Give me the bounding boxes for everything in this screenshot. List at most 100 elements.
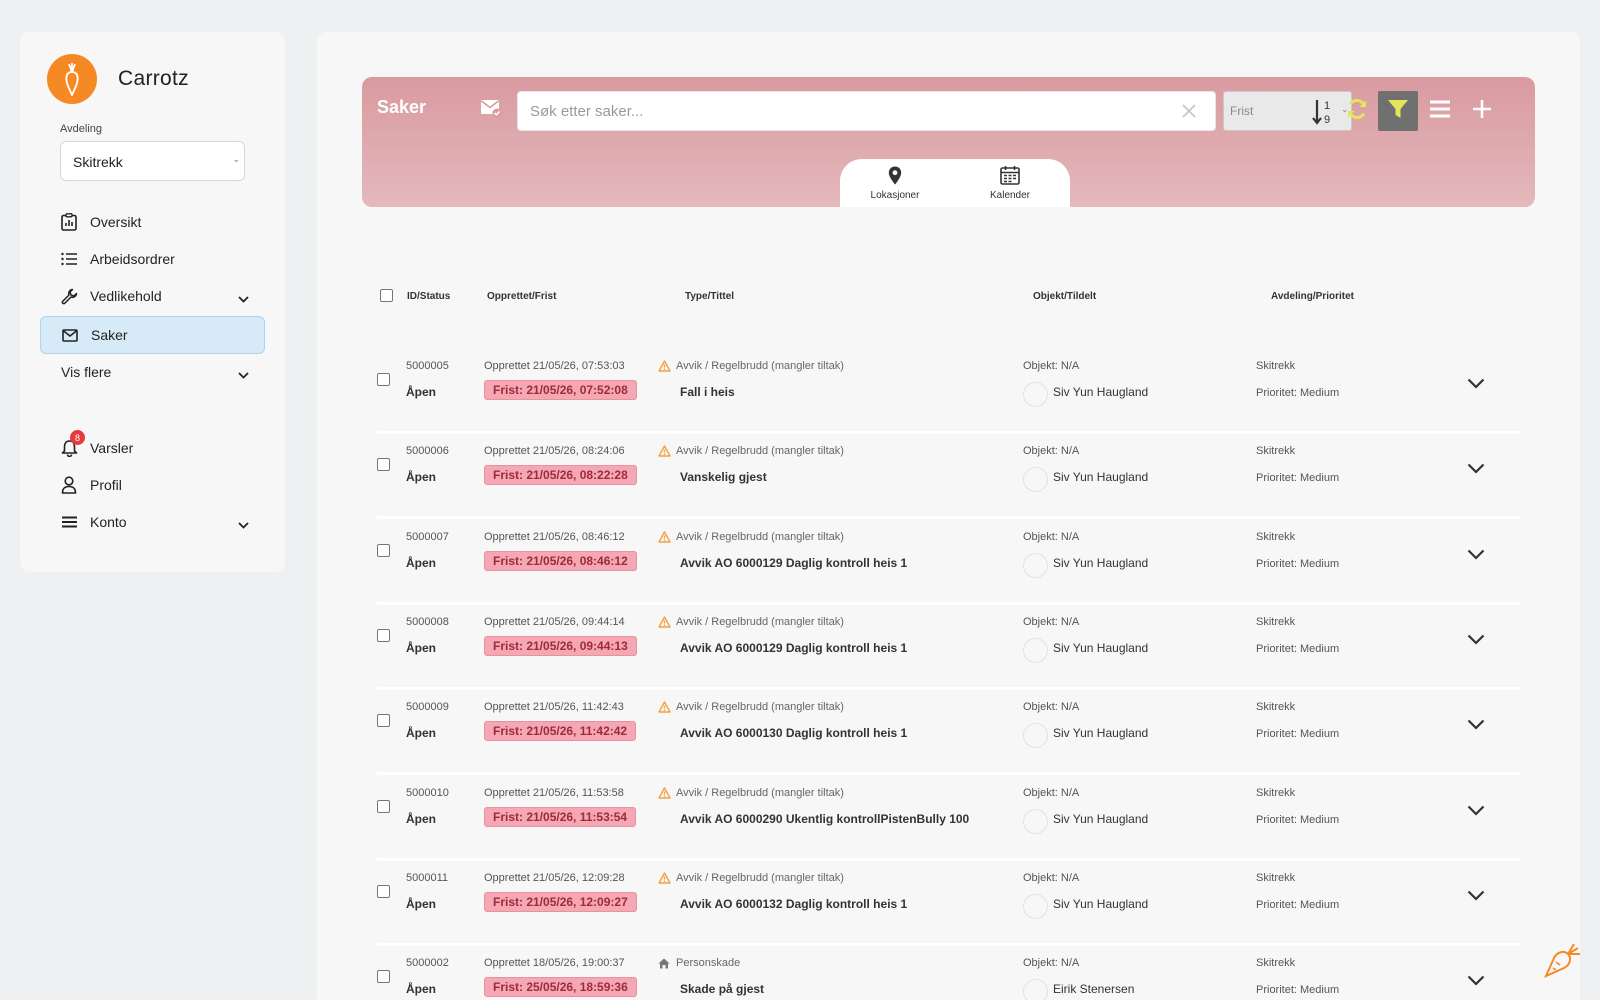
chevron-down-icon[interactable] [1467,803,1485,821]
row-checkbox[interactable] [377,628,390,642]
tab-kalender[interactable]: Kalender [965,164,1055,206]
list-view-button[interactable] [1420,91,1460,131]
table-row[interactable]: 5000006 Åpen Opprettet 21/05/26, 08:24:06 F… [377,435,1520,520]
nav-label: Vedlikehold [90,288,162,304]
nav-item-varsler[interactable]: 8 Varsler [40,429,265,467]
brand[interactable]: Carrotz [47,54,189,104]
cases-header: Saker Frist 19 ⌄ [362,77,1535,207]
case-title[interactable]: Fall i heis [680,385,735,399]
mail-check-icon[interactable] [480,98,502,123]
user-icon [60,476,78,494]
warning-icon [658,445,672,457]
case-title[interactable]: Avvik AO 6000132 Daglig kontroll heis 1 [680,897,907,911]
assignee-name: Siv Yun Haugland [1053,896,1149,911]
assignee-name: Siv Yun Haugland [1053,555,1149,570]
close-icon[interactable] [1181,103,1197,124]
table-row[interactable]: 5000005 Åpen Opprettet 21/05/26, 07:53:03 F… [377,350,1520,434]
created-date: Opprettet 21/05/26, 09:44:14 [484,615,625,628]
nav-item-profil[interactable]: Profil [40,466,265,504]
table-row[interactable]: 5000002 Åpen Opprettet 18/05/26, 19:00:37 F… [377,947,1520,1000]
menu-icon [1430,100,1450,123]
department-label: Avdeling [60,123,102,135]
nav-label: Vis flere [61,364,112,380]
avatar [1023,382,1048,407]
column-header[interactable]: Opprettet/Frist [487,291,556,302]
status-label: Åpen [406,896,436,911]
nav-item-vedlikehold[interactable]: Vedlikehold [40,277,265,315]
refresh-button[interactable] [1337,91,1377,131]
status-label: Åpen [406,385,436,399]
column-header[interactable]: Avdeling/Prioritet [1271,291,1354,302]
row-checkbox[interactable] [377,373,390,386]
nav-item-saker[interactable]: Saker [40,316,265,354]
due-date-badge: Frist: 21/05/26, 12:09:27 [484,891,637,912]
case-id: 5000009 [406,701,449,714]
row-checkbox[interactable] [377,543,390,557]
chevron-down-icon[interactable] [1467,973,1485,991]
row-checkbox[interactable] [377,799,390,813]
filter-button[interactable] [1378,91,1418,131]
tab-lokasjoner[interactable]: Lokasjoner [850,164,940,206]
table-row[interactable]: 5000009 Åpen Opprettet 21/05/26, 11:42:43 F… [377,691,1520,776]
row-checkbox[interactable] [377,458,390,472]
nav-item-konto[interactable]: Konto [40,503,265,541]
avatar [1023,637,1048,663]
nav-item-vis-flere[interactable]: Vis flere [40,353,265,391]
case-id: 5000002 [406,957,449,970]
list-icon [60,250,78,268]
case-type: Avvik / Regelbrudd (mangler tiltak) [658,701,844,713]
due-date-badge: Frist: 21/05/26, 11:42:42 [484,721,637,742]
case-type: Personskade [658,957,740,969]
house-icon [658,958,672,969]
carrot-icon[interactable] [1542,940,1582,985]
case-type-label: Avvik / Regelbrudd (mangler tiltak) [676,786,844,799]
avatar [1023,467,1048,493]
department-selected: Skitrekk [73,154,123,170]
created-date: Opprettet 21/05/26, 12:09:28 [484,871,625,884]
chevron-down-icon[interactable] [1467,717,1485,735]
add-case-button[interactable] [1462,91,1502,131]
nav-label: Profil [90,477,122,493]
chevron-down-icon[interactable] [1467,376,1485,394]
case-title[interactable]: Vanskelig gjest [680,470,767,484]
nav-item-arbeidsordrer[interactable]: Arbeidsordrer [40,240,265,278]
department-label: Skitrekk [1256,360,1296,372]
sort-select[interactable]: Frist 19 ⌄ [1223,91,1352,131]
chevron-down-icon[interactable] [1467,461,1485,479]
column-header[interactable]: Type/Tittel [685,291,734,302]
svg-text:9: 9 [1324,114,1330,126]
chevron-down-icon[interactable] [1467,547,1485,565]
case-title[interactable]: Avvik AO 6000130 Daglig kontroll heis 1 [680,726,907,740]
refresh-icon [1345,97,1369,126]
case-type: Avvik / Regelbrudd (mangler tiltak) [658,445,844,457]
department-select[interactable]: Skitrekk ⌄ [60,141,245,181]
case-title[interactable]: Avvik AO 6000129 Daglig kontroll heis 1 [680,556,907,570]
case-id: 5000008 [406,615,449,628]
nav-item-oversikt[interactable]: Oversikt [40,203,265,241]
table-row[interactable]: 5000010 Åpen Opprettet 21/05/26, 11:53:58 F… [377,777,1520,861]
notification-badge: 8 [70,430,85,445]
row-checkbox[interactable] [377,714,390,728]
case-type-label: Avvik / Regelbrudd (mangler tiltak) [676,360,844,372]
chevron-down-icon[interactable] [1467,888,1485,906]
row-checkbox[interactable] [377,970,390,984]
search-input[interactable] [518,92,1138,130]
table-row[interactable]: 5000007 Åpen Opprettet 21/05/26, 08:46:12 F… [377,521,1520,605]
case-type: Avvik / Regelbrudd (mangler tiltak) [658,616,844,628]
avatar [1023,723,1048,749]
created-date: Opprettet 21/05/26, 07:53:03 [484,360,625,372]
case-title[interactable]: Avvik AO 6000129 Daglig kontroll heis 1 [680,641,907,655]
table-row[interactable]: 5000008 Åpen Opprettet 21/05/26, 09:44:14 F… [377,606,1520,690]
created-date: Opprettet 21/05/26, 08:46:12 [484,530,625,543]
column-header[interactable]: ID/Status [407,291,450,302]
row-checkbox[interactable] [377,884,390,898]
case-title[interactable]: Skade på gjest [680,982,764,996]
carrot-logo-icon [47,54,97,104]
select-all-checkbox[interactable] [380,289,393,302]
table-row[interactable]: 5000011 Åpen Opprettet 21/05/26, 12:09:28 F… [377,862,1520,946]
case-title[interactable]: Avvik AO 6000290 Ukentlig kontrollPisten… [680,812,969,826]
chevron-down-icon[interactable] [1467,632,1485,650]
column-header[interactable]: Objekt/Tildelt [1033,291,1096,302]
assignee-name: Eirik Stenersen [1053,982,1135,997]
priority-label: Prioritet: Medium [1256,642,1340,655]
